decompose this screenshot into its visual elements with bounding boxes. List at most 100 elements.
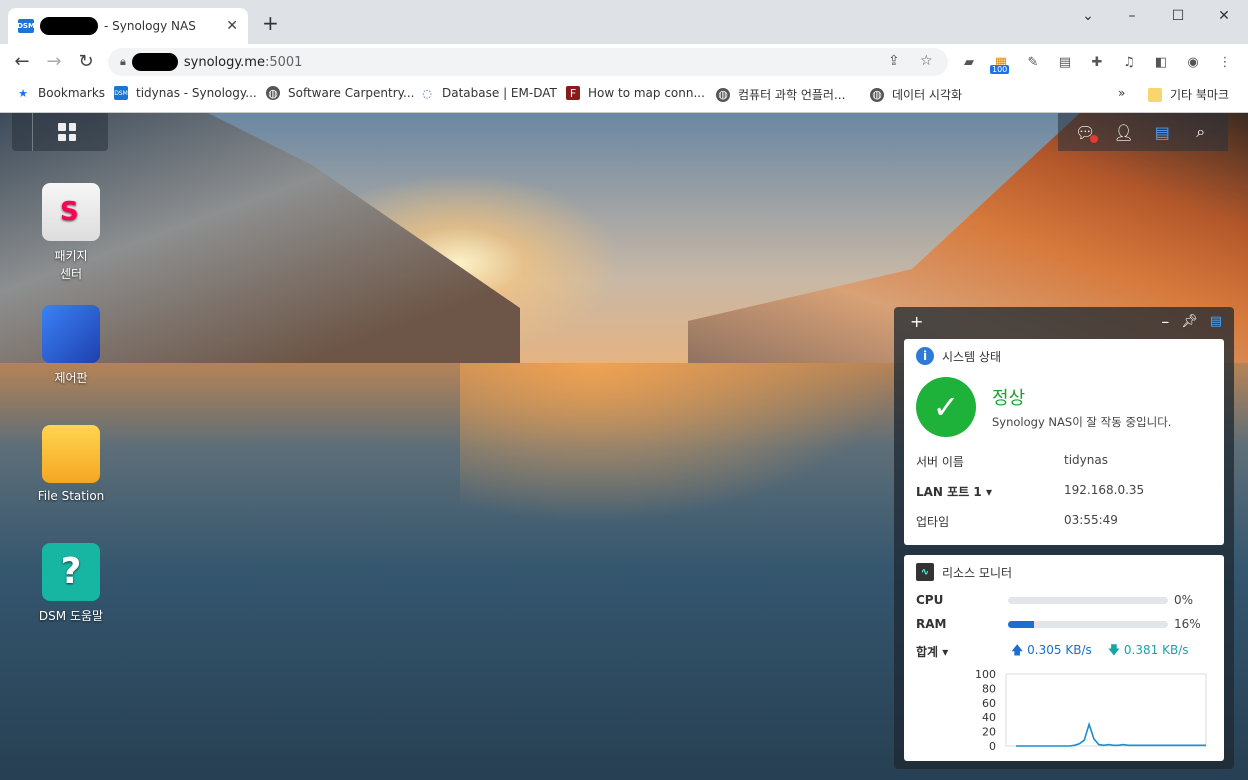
- address-bar[interactable]: 🔒︎ synology.me:5001 ⇪ ☆: [108, 48, 948, 76]
- bookmark-label: 컴퓨터 과학 언플러...: [738, 88, 846, 102]
- minimize-button[interactable]: –: [1122, 8, 1142, 24]
- puzzle-icon[interactable]: ✚: [1088, 53, 1106, 71]
- tab-search-icon[interactable]: ⌄: [1078, 8, 1098, 24]
- bookmark-label: 기타 북마크: [1170, 88, 1230, 102]
- cpu-row: CPU 0%: [916, 593, 1194, 607]
- new-tab-button[interactable]: +: [262, 13, 279, 33]
- y-tick-label: 100: [975, 670, 996, 681]
- total-dropdown[interactable]: 합계 ▾: [916, 643, 1011, 660]
- bookmarks-star-item[interactable]: ★ Bookmarks: [16, 86, 105, 100]
- ram-row: RAM 16%: [916, 617, 1201, 631]
- extension-icon[interactable]: ✎: [1024, 53, 1042, 71]
- health-status: 정상: [992, 388, 1026, 409]
- browser-chrome: DSM - Synology NAS ✕ + ⌄ – ☐ ✕ ← → ↻ 🔒︎ …: [0, 0, 1248, 113]
- package-center-icon: [42, 183, 100, 241]
- network-chart: 100 80 60 40 20 0: [916, 670, 1216, 754]
- lan-port-row[interactable]: LAN 포트 1 ▾ 192.168.0.35: [916, 483, 1212, 500]
- download-arrow-icon: 🡇: [1107, 643, 1121, 657]
- resource-monitor-card: ∿ 리소스 모니터 CPU 0% RAM 16% 합계 ▾ 🡅 0.305 KB…: [904, 555, 1224, 761]
- user-icon[interactable]: 👤︎: [1113, 121, 1135, 143]
- widget-settings-icon[interactable]: ▤: [1210, 314, 1222, 329]
- monitor-icon: ∿: [916, 563, 934, 581]
- dsm-favicon-icon: DSM: [17, 19, 35, 33]
- back-button[interactable]: ←: [12, 52, 32, 72]
- dsm-desktop: 💬︎ 👤︎ ▤ ⌕ 패키지 센터 제어판 File Station ? DSM …: [0, 113, 1248, 780]
- control-panel-shortcut[interactable]: 제어판: [21, 305, 121, 386]
- extension-icon[interactable]: ▰: [960, 53, 978, 71]
- ram-bar: [1008, 620, 1168, 628]
- bookmark-label: How to map conn...: [588, 86, 705, 100]
- search-icon[interactable]: ⌕: [1190, 121, 1212, 143]
- notification-icon[interactable]: 💬︎: [1074, 121, 1099, 143]
- folder-icon: [1148, 87, 1162, 102]
- widget-panel: + – 📌︎ ▤ i 시스템 상태 ✓ 정상 Synology NAS이 잘 작…: [894, 307, 1234, 769]
- bookmark-item[interactable]: ◍ 데이터 시각화: [870, 86, 962, 103]
- globe-icon: ◍: [716, 87, 730, 102]
- close-tab-icon[interactable]: ✕: [226, 18, 238, 34]
- close-window-button[interactable]: ✕: [1214, 8, 1234, 24]
- health-message: Synology NAS이 잘 작동 중입니다.: [992, 415, 1172, 429]
- tab-title: - Synology NAS: [104, 19, 196, 33]
- bookmark-item[interactable]: DSM tidynas - Synology...: [114, 86, 257, 100]
- browser-tab[interactable]: DSM - Synology NAS ✕: [8, 8, 248, 44]
- bookmark-item[interactable]: ◍ 컴퓨터 과학 언플러...: [716, 86, 845, 103]
- y-tick-label: 80: [982, 682, 996, 695]
- info-icon: i: [916, 347, 934, 365]
- add-widget-icon[interactable]: +: [910, 312, 923, 331]
- extension-icon[interactable]: ▤: [1056, 53, 1074, 71]
- extension-badge: 100: [990, 65, 1010, 74]
- main-menu-icon[interactable]: [58, 123, 76, 141]
- desktop-icon-label: File Station: [37, 489, 105, 503]
- reload-button[interactable]: ↻: [76, 52, 96, 72]
- globe-icon: ◍: [870, 87, 884, 102]
- cpu-bar: [1008, 596, 1168, 604]
- share-icon[interactable]: ⇪: [888, 53, 900, 69]
- dsm-icon: DSM: [114, 86, 128, 100]
- bookmark-label: Software Carpentry...: [288, 86, 415, 100]
- y-tick-label: 40: [982, 711, 996, 724]
- bookmark-label: tidynas - Synology...: [136, 86, 257, 100]
- y-tick-label: 0: [989, 740, 996, 753]
- other-bookmarks[interactable]: 기타 북마크: [1148, 86, 1229, 103]
- file-station-icon: [42, 425, 100, 483]
- bookmark-star-icon[interactable]: ☆: [920, 53, 933, 69]
- redacted-text: [131, 53, 178, 71]
- more-bookmarks-icon[interactable]: »: [1118, 86, 1125, 100]
- control-panel-icon: [42, 305, 100, 363]
- y-tick-label: 20: [982, 726, 996, 739]
- bookmark-item[interactable]: ◌ Database | EM-DAT: [420, 86, 557, 100]
- upload-arrow-icon: 🡅: [1011, 643, 1024, 657]
- forward-button[interactable]: →: [44, 52, 64, 72]
- taskbar-tray: 💬︎ 👤︎ ▤ ⌕: [1058, 113, 1228, 151]
- widgets-icon[interactable]: ▤: [1151, 121, 1173, 143]
- network-row: 합계 ▾ 🡅 0.305 KB/s 🡇 0.381 KB/s: [916, 643, 1189, 660]
- dsm-help-shortcut[interactable]: ? DSM 도움말: [21, 543, 121, 624]
- bookmark-item[interactable]: F How to map conn...: [566, 86, 705, 100]
- side-panel-icon[interactable]: ◧: [1152, 53, 1170, 71]
- menu-icon[interactable]: ⋮: [1216, 53, 1234, 71]
- pin-icon[interactable]: 📌︎: [1181, 314, 1198, 329]
- emdat-icon: ◌: [422, 86, 432, 100]
- card-title: 시스템 상태: [942, 349, 1002, 364]
- bookmark-item[interactable]: ◍ Software Carpentry...: [266, 86, 414, 100]
- profile-avatar[interactable]: ◉: [1184, 53, 1202, 71]
- lock-icon: 🔒︎: [120, 55, 126, 68]
- url-text: synology.me:5001: [183, 54, 303, 70]
- media-control-icon[interactable]: ♫: [1120, 53, 1138, 71]
- package-center-shortcut[interactable]: 패키지 센터: [21, 183, 121, 283]
- wallpaper: [460, 363, 900, 523]
- bookmark-label: Database | EM-DAT: [442, 86, 557, 100]
- desktop-icon-label: DSM 도움말: [38, 609, 104, 623]
- file-station-shortcut[interactable]: File Station: [21, 425, 121, 503]
- system-health-card: i 시스템 상태 ✓ 정상 Synology NAS이 잘 작동 중입니다. 서…: [904, 339, 1224, 545]
- card-title: 리소스 모니터: [942, 565, 1013, 580]
- maximize-button[interactable]: ☐: [1168, 8, 1188, 24]
- desktop-icon-label: 제어판: [54, 371, 88, 385]
- redacted-text: [40, 17, 98, 35]
- minimize-widget-icon[interactable]: –: [1161, 312, 1169, 331]
- help-icon: ?: [42, 543, 100, 601]
- f-icon: F: [566, 86, 580, 100]
- star-icon: ★: [18, 86, 28, 100]
- y-tick-label: 60: [982, 697, 996, 710]
- server-name-row: 서버 이름 tidynas: [916, 453, 1108, 469]
